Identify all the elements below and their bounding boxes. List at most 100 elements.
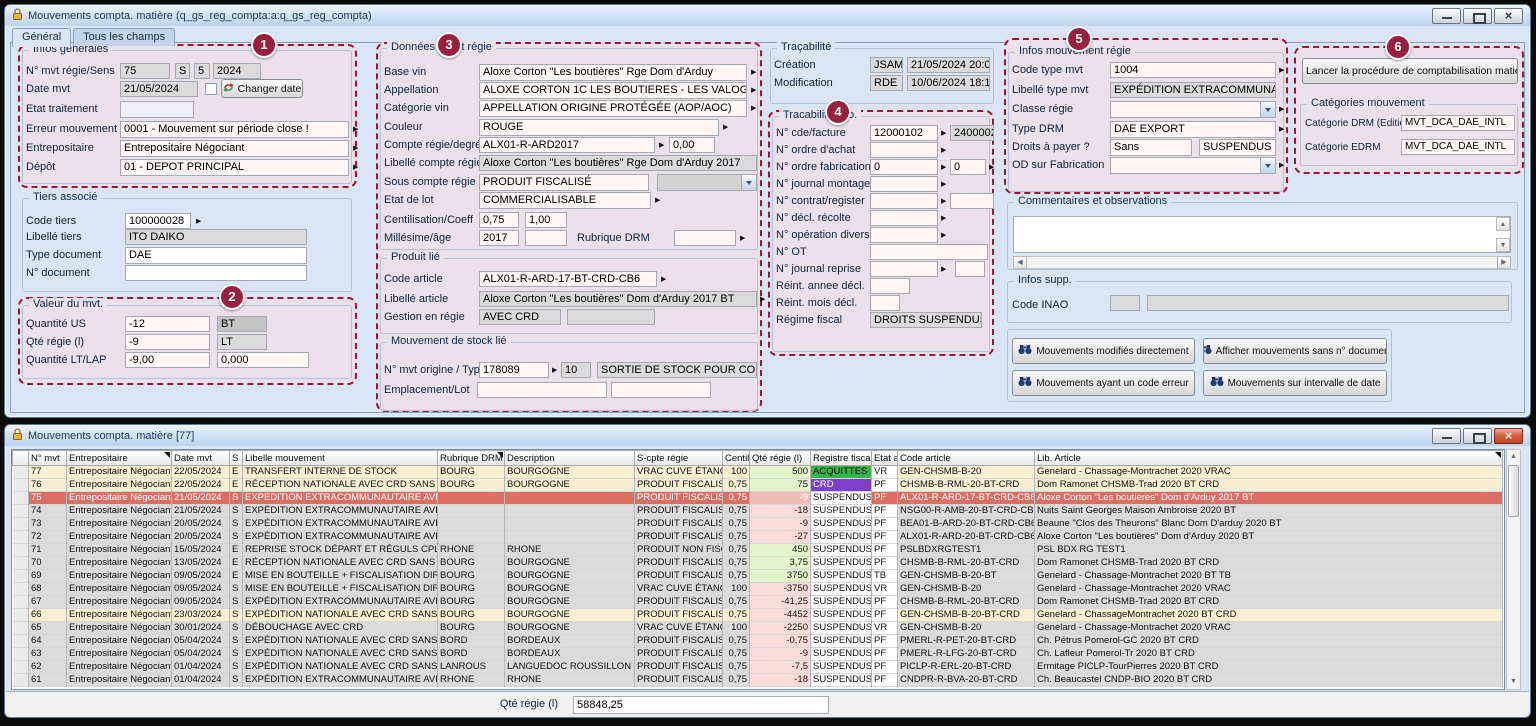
table-cell[interactable]: BORD: [438, 648, 505, 661]
table-cell[interactable]: 01/04/2024: [172, 674, 230, 687]
table-cell[interactable]: BOURG: [438, 557, 505, 570]
table-cell[interactable]: ACQUITTES: [811, 466, 872, 479]
table-cell[interactable]: EXPÉDITION NATIONALE AVEC CRD SANS DOCUM…: [243, 648, 438, 661]
table-cell[interactable]: BOURGOGNE: [505, 609, 635, 622]
scrollbar-thumb[interactable]: [1508, 465, 1519, 517]
table-cell[interactable]: 3,75: [750, 557, 811, 570]
close-button[interactable]: [1494, 8, 1523, 24]
table-cell[interactable]: 66: [29, 609, 67, 622]
table-cell[interactable]: 30/01/2024: [172, 622, 230, 635]
table-cell[interactable]: 05/04/2024: [172, 635, 230, 648]
table-cell[interactable]: BORDEAUX: [505, 635, 635, 648]
table-cell[interactable]: REPRISE STOCK DÉPART ET RÉGULS CPL.: [243, 544, 438, 557]
detail-arrow-icon[interactable]: [655, 196, 660, 206]
table-cell[interactable]: PRODUIT FISCALIS: [635, 596, 723, 609]
changer-date-button[interactable]: Changer date: [221, 79, 303, 98]
quantite-lt-field[interactable]: -9,00: [125, 352, 210, 368]
table-cell[interactable]: SUSPENDUS: [811, 609, 872, 622]
chevron-down-icon[interactable]: [741, 175, 756, 190]
table-cell[interactable]: Ch. Lafleur Pomerol-Tr 2020 BT CRD: [1035, 648, 1503, 661]
detail-arrow-icon[interactable]: [1279, 105, 1284, 115]
mvt-origine-field[interactable]: 178089: [479, 362, 549, 378]
table-row[interactable]: 71Entrepositaire Négociant15/05/2024EREP…: [13, 544, 1503, 557]
quantite-lap-field[interactable]: 0,000: [217, 352, 309, 368]
scroll-left-icon[interactable]: ◀: [1013, 256, 1027, 269]
col-header[interactable]: Rubrique DRM: [438, 451, 505, 466]
table-cell[interactable]: SUSPENDUS: [811, 622, 872, 635]
table-row[interactable]: 65Entrepositaire Négociant30/01/2024SDÉB…: [13, 622, 1503, 635]
minimize-button[interactable]: [1432, 8, 1461, 24]
table-cell[interactable]: 0,75: [723, 492, 750, 505]
table-cell[interactable]: [438, 531, 505, 544]
table-cell[interactable]: PF: [872, 544, 898, 557]
ordre-fab-2-field[interactable]: 0: [950, 159, 986, 175]
row-selector[interactable]: [13, 557, 29, 570]
table-cell[interactable]: Ch. Pétrus Pomerol-GC 2020 BT CRD: [1035, 635, 1503, 648]
type-drm-select[interactable]: DAE EXPORT: [1110, 121, 1276, 138]
scroll-down-icon[interactable]: ▼: [1496, 238, 1510, 252]
base-vin-select[interactable]: Aloxe Corton "Les boutières" Rge Dom d'A…: [479, 64, 747, 81]
table-row[interactable]: 67Entrepositaire Négociant09/05/2024SEXP…: [13, 596, 1503, 609]
detail-arrow-icon[interactable]: [989, 163, 994, 173]
table-cell[interactable]: S: [230, 583, 243, 596]
row-selector[interactable]: [13, 531, 29, 544]
table-row[interactable]: 62Entrepositaire Négociant01/04/2024SEXP…: [13, 661, 1503, 674]
table-cell[interactable]: 20/05/2024: [172, 531, 230, 544]
table-cell[interactable]: Genelard - Chassage-Montrachet 2020 VRAC: [1035, 622, 1503, 635]
table-cell[interactable]: 13/05/2024: [172, 557, 230, 570]
table-cell[interactable]: 22/05/2024: [172, 466, 230, 479]
table-cell[interactable]: PRODUIT FISCALIS: [635, 531, 723, 544]
tab-general[interactable]: Général: [12, 28, 71, 47]
table-cell[interactable]: Entrepositaire Négociant: [67, 596, 172, 609]
table-cell[interactable]: BOURG: [438, 622, 505, 635]
table-cell[interactable]: PRODUIT FISCALIS: [635, 479, 723, 492]
row-selector[interactable]: [13, 661, 29, 674]
table-cell[interactable]: TRANSFERT INTERNE DE STOCK: [243, 466, 438, 479]
droits-payer-2-select[interactable]: SUSPENDUS: [1199, 139, 1276, 156]
table-cell[interactable]: ALX01-R-ARD-17-BT-CRD-CB6: [898, 492, 1035, 505]
table-cell[interactable]: CHSMB-B-RML-20-BT-CRD: [898, 596, 1035, 609]
detail-arrow-icon[interactable]: [1279, 125, 1284, 135]
contrat-field[interactable]: [870, 193, 938, 209]
table-cell[interactable]: 0,75: [723, 635, 750, 648]
table-cell[interactable]: -41,25: [750, 596, 811, 609]
journal-montage-field[interactable]: [870, 176, 938, 192]
emplacement-field[interactable]: [477, 382, 607, 398]
table-cell[interactable]: SUSPENDUS: [811, 505, 872, 518]
num-ot-field[interactable]: [870, 244, 988, 260]
centilisation-field[interactable]: 0,75: [479, 212, 519, 228]
table-cell[interactable]: Entrepositaire Négociant: [67, 661, 172, 674]
afficher-sans-document-button[interactable]: Afficher mouvements sans n° document: [1203, 338, 1387, 364]
table-cell[interactable]: E: [230, 466, 243, 479]
etat-lot-select[interactable]: COMMERCIALISABLE: [479, 192, 651, 209]
table-cell[interactable]: BOURGOGNE: [505, 557, 635, 570]
table-cell[interactable]: 20/05/2024: [172, 518, 230, 531]
table-cell[interactable]: SUSPENDUS: [811, 648, 872, 661]
detail-arrow-icon[interactable]: [941, 214, 946, 224]
table-cell[interactable]: Dom Ramonet CHSMB-Trad 2020 BT CRD: [1035, 479, 1503, 492]
detail-arrow-icon[interactable]: [941, 146, 946, 156]
detail-arrow-icon[interactable]: [723, 123, 728, 133]
table-cell[interactable]: PF: [872, 492, 898, 505]
od-fabrication-select[interactable]: [1110, 157, 1276, 174]
table-cell[interactable]: [438, 518, 505, 531]
table-cell[interactable]: SUSPENDUS: [811, 583, 872, 596]
type-document-select[interactable]: DAE: [125, 247, 307, 264]
row-selector[interactable]: [13, 544, 29, 557]
table-row[interactable]: 69Entrepositaire Négociant09/05/2024EMIS…: [13, 570, 1503, 583]
table-cell[interactable]: Aloxe Corton "Les boutières" Dom d'Arduy…: [1035, 492, 1503, 505]
detail-arrow-icon[interactable]: [751, 104, 756, 114]
table-cell[interactable]: PF: [872, 531, 898, 544]
table-cell[interactable]: 09/05/2024: [172, 596, 230, 609]
table-cell[interactable]: VR: [872, 583, 898, 596]
detail-arrow-icon[interactable]: [353, 163, 358, 173]
table-cell[interactable]: EXPÉDITION EXTRACOMMUNAUTAIRE AVEC DAE: [243, 674, 438, 687]
table-cell[interactable]: Entrepositaire Négociant: [67, 648, 172, 661]
scroll-up-icon[interactable]: ▲: [1496, 217, 1510, 231]
table-cell[interactable]: CRD: [811, 479, 872, 492]
table-cell[interactable]: Entrepositaire Négociant: [67, 557, 172, 570]
detail-arrow-icon[interactable]: [1279, 66, 1284, 76]
table-cell[interactable]: LANROUS: [438, 661, 505, 674]
table-cell[interactable]: CHSMB-B-RML-20-BT-CRD: [898, 557, 1035, 570]
table-cell[interactable]: 09/05/2024: [172, 570, 230, 583]
